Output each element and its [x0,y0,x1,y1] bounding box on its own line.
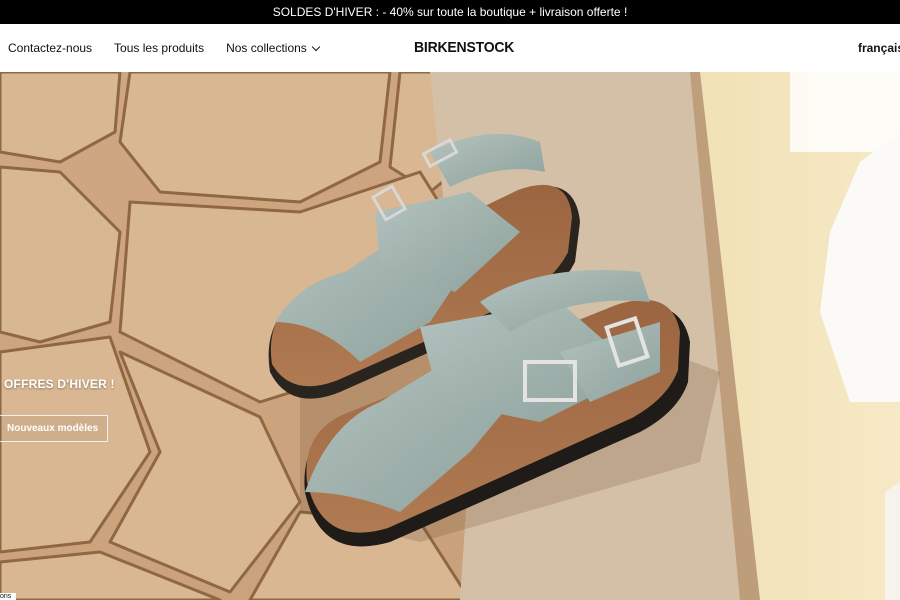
header-nav: Contactez-nous Tous les produits Nos col… [0,24,900,72]
announcement-bar: SOLDES D'HIVER : - 40% sur toute la bout… [0,0,900,24]
nav-link-all-products[interactable]: Tous les produits [114,41,204,55]
announcement-text: SOLDES D'HIVER : - 40% sur toute la bout… [272,5,628,19]
language-selector[interactable]: français [858,41,900,55]
corner-label: ons [0,593,16,600]
brand-logo[interactable]: BIRKENSTOCK [414,39,514,56]
chevron-down-icon [311,42,321,51]
nav-links: Contactez-nous Tous les produits Nos col… [8,24,321,72]
new-models-button[interactable]: Nouveaux modèles [0,415,108,442]
new-models-button-label: Nouveaux modèles [7,423,99,434]
nav-dropdown-collections[interactable]: Nos collections [226,41,321,55]
hero-image [0,72,900,600]
hero-headline: OFFRES D'HIVER ! [4,377,115,391]
nav-link-collections-label: Nos collections [226,41,307,55]
nav-link-contact[interactable]: Contactez-nous [8,41,92,55]
hero-banner[interactable]: OFFRES D'HIVER ! Nouveaux modèles ons [0,72,900,600]
